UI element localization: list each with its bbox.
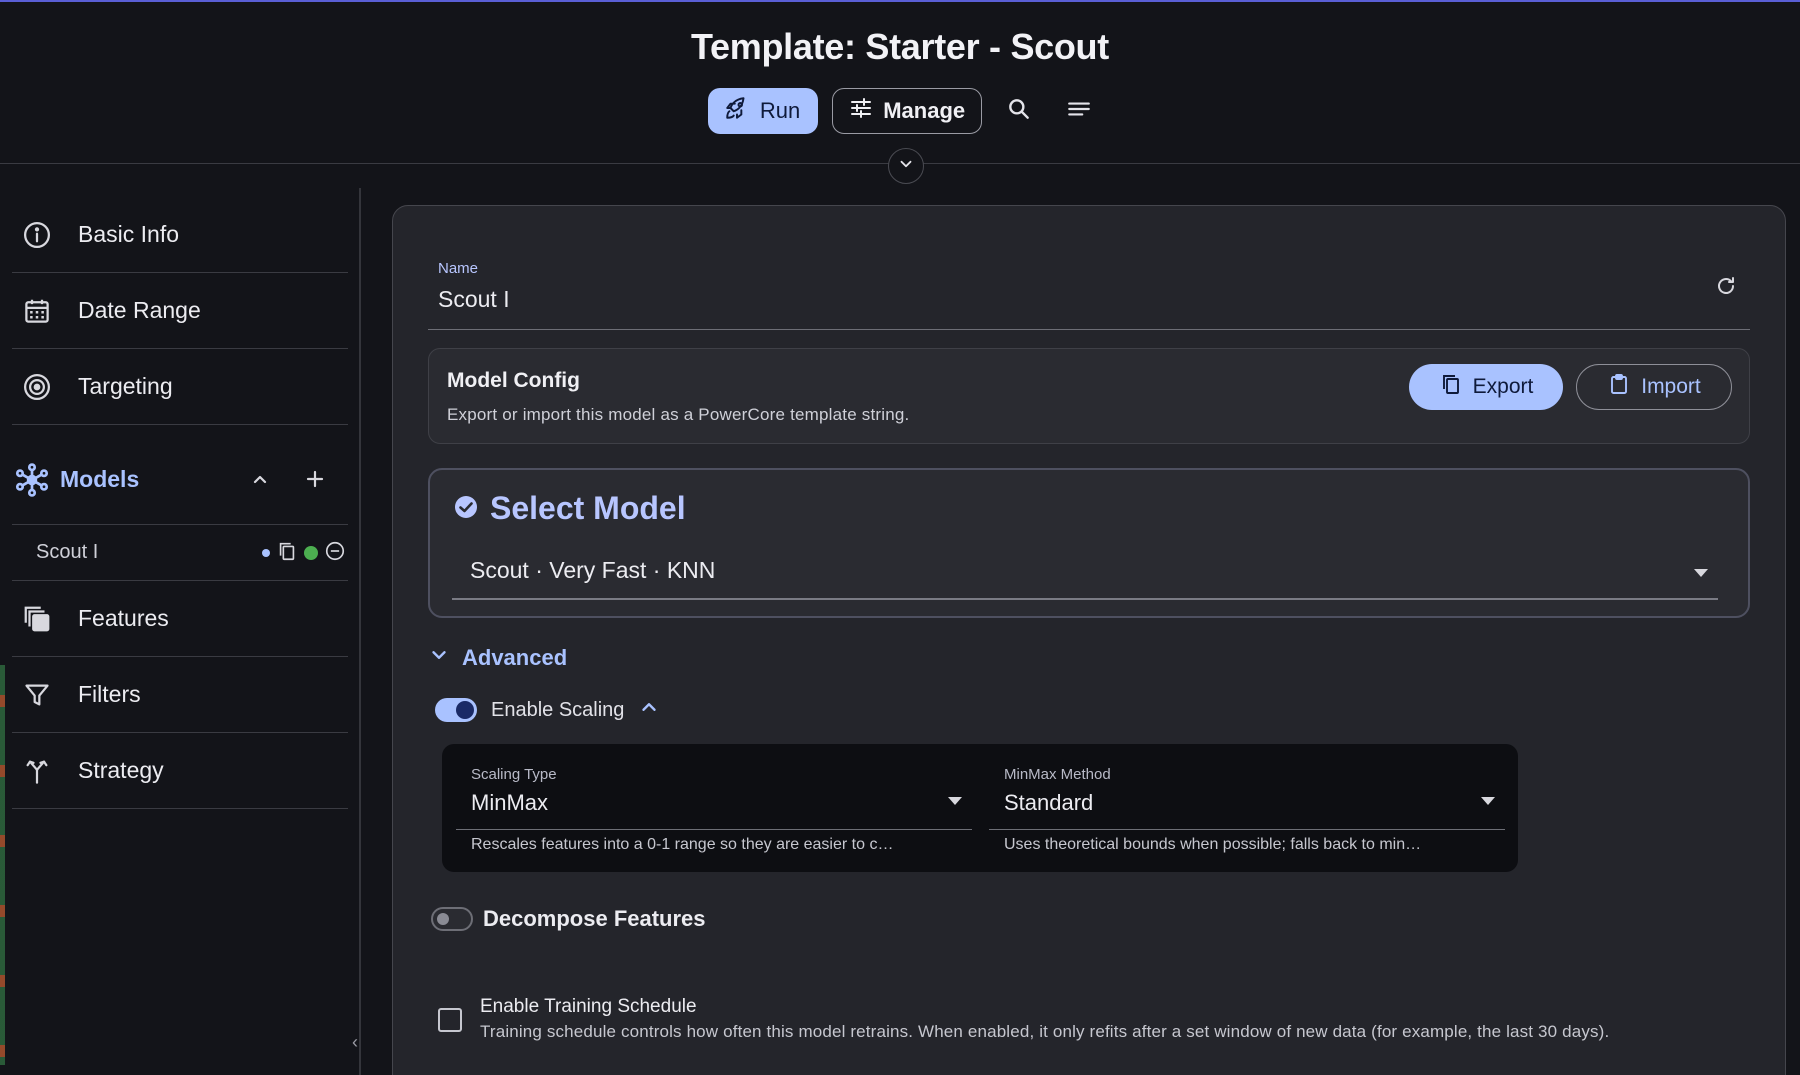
sidebar-item-targeting[interactable]: Targeting [12, 349, 348, 425]
toolbar: Run Manage [0, 88, 1800, 134]
minmax-method-value: Standard [1004, 790, 1094, 815]
sidebar-item-label: Targeting [78, 373, 173, 399]
refresh-icon[interactable] [1714, 274, 1738, 303]
copy-icon [1439, 372, 1463, 402]
caret-down-icon [946, 794, 964, 812]
scaling-type-select[interactable]: Scaling Type MinMax [456, 756, 972, 830]
select-model-header: Select Model [454, 490, 686, 527]
add-model-button[interactable] [303, 467, 327, 496]
model-actions [262, 525, 346, 581]
search-button[interactable] [996, 88, 1042, 134]
menu-button[interactable] [1056, 88, 1102, 134]
export-button[interactable]: Export [1409, 364, 1563, 410]
import-button[interactable]: Import [1576, 364, 1732, 410]
run-label: Run [759, 98, 801, 123]
sidebar-collapse-icon[interactable]: ‹ [352, 1032, 358, 1053]
calendar-icon [16, 290, 58, 332]
model-select[interactable]: Scout · Very Fast · KNN [452, 550, 1718, 600]
background-chart-edge [0, 665, 5, 1065]
chevron-up-icon[interactable] [638, 696, 660, 724]
sidebar-item-models[interactable]: Models [12, 435, 348, 525]
sidebar-item-label: Basic Info [78, 221, 179, 247]
minmax-method-helper: Uses theoretical bounds when possible; f… [1004, 836, 1422, 853]
chevron-down-icon [428, 644, 450, 672]
sidebar-item-label: Filters [78, 681, 141, 707]
decompose-features-row: Decompose Features [431, 906, 706, 932]
dot-icon [262, 549, 270, 557]
enable-scaling-toggle[interactable] [435, 698, 477, 722]
remove-circle-icon[interactable] [324, 540, 346, 567]
menu-icon [1065, 96, 1093, 127]
sidebar-item-basic-info[interactable]: Basic Info [12, 197, 348, 273]
search-icon [1006, 96, 1032, 127]
enable-scaling-row: Enable Scaling [435, 696, 660, 724]
target-icon [16, 366, 58, 408]
header-collapse-button[interactable] [888, 148, 924, 184]
sidebar-divider[interactable] [359, 188, 361, 1075]
sidebar-item-filters[interactable]: Filters [12, 657, 348, 733]
training-schedule-label: Enable Training Schedule [480, 996, 697, 1017]
duplicate-icon[interactable] [276, 540, 298, 567]
export-label: Export [1472, 375, 1534, 398]
model-config-subtitle: Export or import this model as a PowerCo… [447, 405, 910, 424]
model-config-title: Model Config [447, 369, 580, 392]
filter-icon [16, 674, 58, 716]
manage-button[interactable]: Manage [832, 88, 983, 134]
model-list-item[interactable]: Scout I [12, 525, 348, 581]
sidebar-item-date-range[interactable]: Date Range [12, 273, 348, 349]
decompose-features-label: Decompose Features [483, 906, 706, 931]
model-select-value: Scout · Very Fast · KNN [470, 557, 716, 583]
models-label: Models [60, 466, 140, 492]
training-schedule-description: Training schedule controls how often thi… [480, 1022, 1610, 1041]
import-label: Import [1641, 375, 1701, 398]
decompose-features-toggle[interactable] [431, 907, 473, 931]
scaling-options: Scaling Type MinMax Rescales features in… [442, 744, 1518, 872]
status-dot-icon [304, 546, 318, 560]
check-circle-icon [454, 490, 478, 527]
minmax-method-label: MinMax Method [1004, 766, 1111, 783]
sidebar-item-label: Strategy [78, 757, 164, 783]
training-schedule-checkbox[interactable] [438, 1008, 462, 1032]
info-icon [16, 214, 58, 256]
chevron-up-icon[interactable] [248, 467, 272, 496]
sidebar-item-label: Features [78, 605, 169, 631]
enable-scaling-label: Enable Scaling [491, 698, 625, 721]
advanced-label: Advanced [462, 645, 568, 670]
sidebar-item-label: Date Range [78, 297, 201, 323]
minmax-method-select[interactable]: MinMax Method Standard [989, 756, 1505, 830]
layers-icon [16, 598, 58, 640]
model-config-card: Model Config Export or import this model… [428, 348, 1750, 444]
scaling-type-value: MinMax [471, 790, 549, 815]
manage-label: Manage [883, 98, 966, 123]
name-field-label: Name [438, 260, 479, 277]
name-field-value[interactable]: Scout I [438, 286, 510, 313]
clipboard-icon [1607, 372, 1631, 402]
name-field[interactable]: Name Scout I [428, 246, 1750, 330]
scaling-type-label: Scaling Type [471, 766, 557, 783]
sliders-icon [849, 96, 873, 126]
run-button[interactable]: Run [707, 88, 819, 134]
select-model-card: Select Model Scout · Very Fast · KNN [428, 468, 1750, 618]
model-panel: Name Scout I Model Config Export or impo… [392, 205, 1786, 1075]
caret-down-icon [1692, 566, 1710, 584]
sidebar-item-features[interactable]: Features [12, 581, 348, 657]
caret-down-icon [1479, 794, 1497, 812]
network-icon [14, 462, 50, 498]
scaling-type-helper: Rescales features into a 0-1 range so th… [471, 836, 894, 853]
app-header: Template: Starter - Scout Run Manage [0, 2, 1800, 164]
rocket-icon [724, 95, 750, 127]
page-title: Template: Starter - Scout [691, 26, 1109, 67]
sidebar-item-strategy[interactable]: Strategy [12, 733, 348, 809]
model-name: Scout I [36, 541, 99, 563]
advanced-toggle[interactable]: Advanced [428, 644, 567, 672]
chevron-down-icon [897, 155, 915, 178]
merge-icon [16, 750, 58, 792]
select-model-title: Select Model [490, 490, 686, 526]
